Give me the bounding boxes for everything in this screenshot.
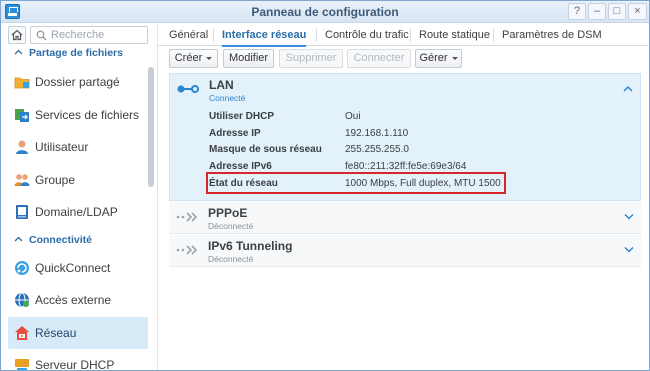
disconnected-icon: [176, 245, 198, 255]
tab-divider: [493, 28, 494, 42]
section-connectivity[interactable]: Connectivité: [1, 231, 151, 251]
tab-divider: [316, 28, 317, 42]
user-icon: [16, 140, 28, 154]
dropdown-caret-icon: [451, 56, 458, 60]
lan-connected-icon: [177, 85, 199, 93]
domain-icon: [16, 205, 28, 219]
detail-value: Oui: [345, 111, 361, 122]
file-services-icon: [15, 109, 29, 122]
manage-button-label: Gérer: [419, 52, 448, 64]
sidebar-item-label: Dossier partagé: [35, 75, 120, 89]
sidebar-item-label: Serveur DHCP: [35, 358, 115, 371]
section-label: Connectivité: [29, 234, 93, 246]
help-button[interactable]: ?: [568, 3, 586, 20]
sidebar-item-user[interactable]: Utilisateur: [8, 131, 148, 163]
sidebar-item-network[interactable]: Réseau: [8, 317, 148, 349]
group-icon: [14, 174, 30, 186]
connect-button[interactable]: Connecter: [347, 49, 411, 68]
sidebar-item-group[interactable]: Groupe: [8, 164, 148, 196]
detail-key: Adresse IP: [209, 128, 261, 139]
interface-status: Connecté: [209, 93, 246, 103]
toolbar: Créer Modifier Supprimer Connecter Gérer: [158, 46, 649, 72]
detail-key: Adresse IPv6: [209, 161, 272, 172]
sidebar-item-label: Groupe: [35, 173, 76, 187]
interface-pppoe[interactable]: PPPoE Déconnecté: [169, 202, 641, 234]
manage-button[interactable]: Gérer: [415, 49, 462, 68]
sidebar-item-domain-ldap[interactable]: Domaine/LDAP: [8, 196, 148, 228]
shared-folder-icon: [14, 77, 30, 89]
close-button[interactable]: ×: [628, 3, 647, 20]
detail-key: Utiliser DHCP: [209, 111, 275, 122]
sidebar-item-file-services[interactable]: Services de fichiers: [8, 99, 148, 131]
network-icon: [15, 326, 29, 340]
control-panel-window: Panneau de configuration ? – □ × Partage…: [0, 0, 650, 371]
tab-dsm-settings[interactable]: Paramètres de DSM: [502, 24, 602, 46]
detail-key: Masque de sous réseau: [209, 144, 322, 155]
minimize-button[interactable]: –: [588, 3, 606, 20]
detail-row: Utiliser DHCP Oui: [209, 111, 629, 127]
detail-value: 255.255.255.0: [345, 144, 409, 155]
tab-divider: [410, 28, 411, 42]
detail-row: Masque de sous réseau 255.255.255.0: [209, 144, 629, 160]
sidebar-item-label: Accès externe: [35, 293, 112, 307]
home-button[interactable]: [8, 26, 26, 44]
detail-row: Adresse IP 192.168.1.110: [209, 128, 629, 144]
dropdown-caret-icon: [206, 56, 213, 60]
title-bar: Panneau de configuration ? – □ ×: [1, 1, 649, 23]
section-file-sharing[interactable]: Partage de fichiers: [1, 44, 151, 64]
chevron-down-icon[interactable]: [624, 213, 634, 220]
tab-general[interactable]: Général: [169, 24, 208, 46]
chevron-up-icon: [14, 49, 23, 55]
main-content: Général Interface réseau Contrôle du tra…: [158, 24, 649, 370]
chevron-up-icon: [14, 236, 23, 242]
dhcp-icon: [15, 359, 29, 370]
sidebar-item-external-access[interactable]: Accès externe: [8, 284, 148, 316]
sidebar-item-label: Services de fichiers: [35, 108, 140, 122]
disconnected-icon: [176, 212, 198, 222]
maximize-button[interactable]: □: [608, 3, 626, 20]
chevron-up-icon[interactable]: [623, 85, 633, 92]
tab-traffic-control[interactable]: Contrôle du trafic: [325, 24, 409, 46]
tab-network-interface[interactable]: Interface réseau: [222, 24, 307, 47]
detail-value: fe80::211:32ff:fe5e:69e3/64: [345, 161, 467, 172]
sidebar-item-label: Domaine/LDAP: [35, 205, 118, 219]
interface-name: LAN: [209, 78, 234, 92]
sidebar-item-label: QuickConnect: [35, 261, 111, 275]
search-field[interactable]: [30, 26, 148, 44]
section-label: Partage de fichiers: [29, 47, 123, 59]
sidebar-item-label: Utilisateur: [35, 140, 89, 154]
sidebar-item-dhcp-server[interactable]: Serveur DHCP: [8, 349, 148, 371]
chevron-down-icon[interactable]: [624, 246, 634, 253]
interface-lan[interactable]: LAN Connecté Utiliser DHCP Oui Adresse I…: [169, 73, 641, 201]
external-access-icon: [15, 292, 29, 308]
create-button-label: Créer: [174, 52, 203, 64]
home-icon: [11, 29, 23, 41]
sidebar-scrollbar[interactable]: [148, 67, 154, 187]
quickconnect-icon: [15, 261, 29, 275]
detail-value: 192.168.1.110: [345, 128, 409, 139]
tab-static-route[interactable]: Route statique: [419, 24, 490, 46]
sidebar-item-label: Réseau: [35, 326, 77, 340]
highlight-box: [206, 172, 506, 194]
window-title: Panneau de configuration: [251, 5, 399, 19]
search-icon: [36, 30, 47, 41]
create-button[interactable]: Créer: [169, 49, 218, 68]
interface-name: IPv6 Tunneling: [208, 239, 293, 253]
interface-name: PPPoE: [208, 206, 248, 220]
interface-status: Déconnecté: [208, 254, 254, 264]
search-input[interactable]: [51, 28, 143, 42]
sidebar: Partage de fichiers Dossier partagé Serv…: [1, 24, 158, 371]
tab-divider: [213, 28, 214, 42]
delete-button[interactable]: Supprimer: [279, 49, 343, 68]
interface-ipv6-tunneling[interactable]: IPv6 Tunneling Déconnecté: [169, 235, 641, 267]
modify-button[interactable]: Modifier: [223, 49, 274, 68]
tab-bar: Général Interface réseau Contrôle du tra…: [158, 24, 649, 47]
sidebar-item-shared-folder[interactable]: Dossier partagé: [8, 66, 148, 98]
interface-status: Déconnecté: [208, 221, 254, 231]
sidebar-item-quickconnect[interactable]: QuickConnect: [8, 252, 148, 284]
